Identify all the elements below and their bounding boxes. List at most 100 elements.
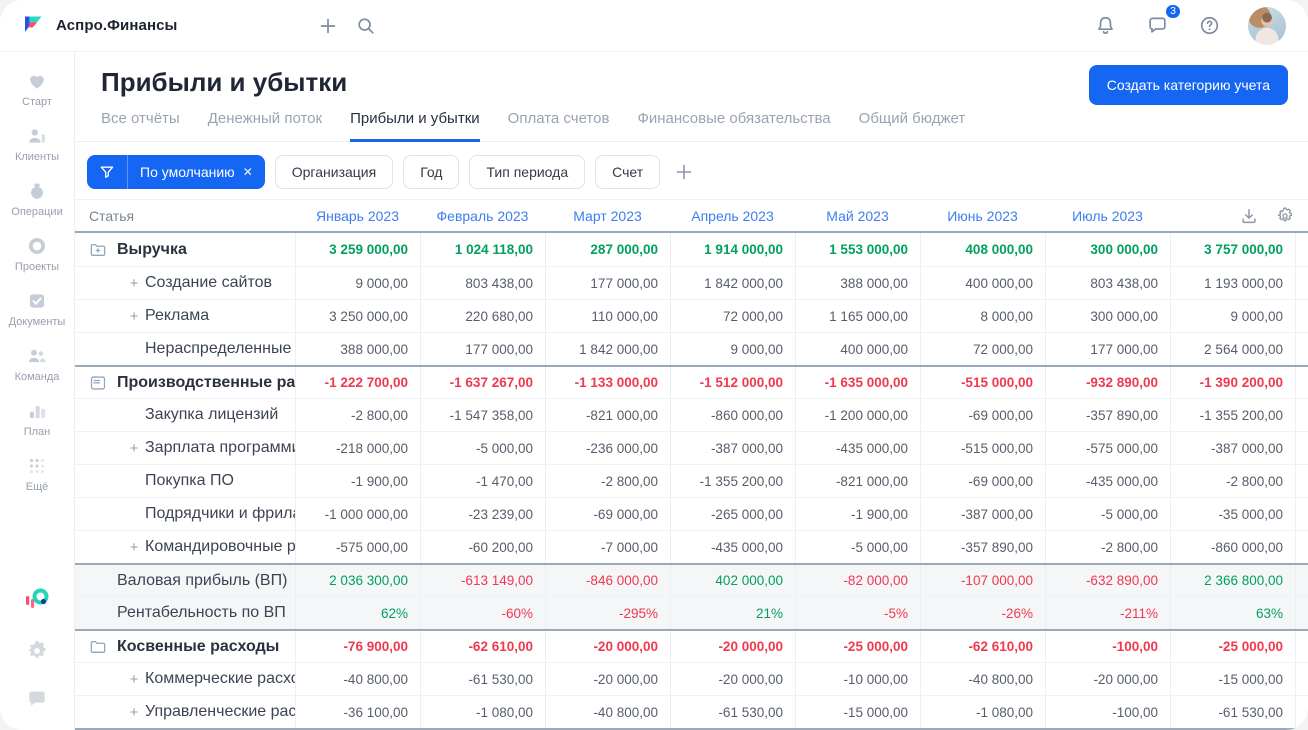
value-cell: -860 000,00: [670, 399, 795, 431]
value-cell: -20 000,00: [545, 631, 670, 662]
value-cell: -1 200 000,00: [795, 399, 920, 431]
value-cell: -107 000,00: [920, 565, 1045, 596]
sidebar-item-team[interactable]: Команда: [0, 337, 74, 392]
tab-cash-flow[interactable]: Денежный поток: [208, 110, 322, 142]
sidebar-item-more[interactable]: Ещё: [0, 447, 74, 502]
column-header-month[interactable]: Июнь 2023: [920, 200, 1045, 231]
column-header-month[interactable]: Апрель 2023: [670, 200, 795, 231]
table-row[interactable]: Косвенные расходы -76 900,00 -62 610,00 -20…: [75, 629, 1308, 662]
table-row[interactable]: +Зарплата программистов-218 000,00-5 000…: [75, 431, 1308, 464]
value-cell: -1 470,00: [420, 465, 545, 497]
value-cell: -632 890,00: [1045, 565, 1170, 596]
row-label-cell[interactable]: +Подрядчики и фрилансеры: [75, 498, 295, 530]
value-cell: -932 890,00: [1045, 367, 1170, 398]
row-label-cell[interactable]: Рентабельность по ВП: [75, 597, 295, 629]
row-label-cell[interactable]: +Коммерческие расходы: [75, 663, 295, 695]
value-cell: -515 000,00: [920, 367, 1045, 398]
value-cell: 8 000,00: [920, 300, 1045, 332]
row-spacer: [1295, 465, 1308, 497]
tab-invoice-payment[interactable]: Оплата счетов: [508, 110, 610, 142]
clients-icon: [29, 129, 45, 143]
row-label-cell[interactable]: +Командировочные расходы: [75, 531, 295, 563]
value-cell: -69 000,00: [920, 399, 1045, 431]
user-avatar[interactable]: [1248, 6, 1286, 45]
table-row[interactable]: +Коммерческие расходы-40 800,00-61 530,0…: [75, 662, 1308, 695]
create-category-button[interactable]: Создать категорию учета: [1088, 65, 1288, 105]
value-cell: 72 000,00: [670, 300, 795, 332]
tab-general-budget[interactable]: Общий бюджет: [859, 110, 966, 142]
row-spacer: [1295, 631, 1308, 662]
value-cell: -821 000,00: [545, 399, 670, 431]
expand-plus-icon[interactable]: +: [125, 440, 143, 457]
table-row[interactable]: +Командировочные расходы-575 000,00-60 2…: [75, 530, 1308, 563]
table-row[interactable]: +Подрядчики и фрилансеры-1 000 000,00-23…: [75, 497, 1308, 530]
row-label-cell[interactable]: +Нераспределенные: [75, 333, 295, 365]
table-row[interactable]: +Закупка лицензий-2 800,00-1 547 358,00-…: [75, 398, 1308, 431]
table-settings-gear-icon[interactable]: [1276, 206, 1294, 225]
table-row[interactable]: +Нераспределенные388 000,00177 000,001 8…: [75, 332, 1308, 365]
expand-plus-icon[interactable]: +: [125, 671, 143, 688]
filter-chip-year[interactable]: Год: [403, 155, 460, 189]
row-label-cell[interactable]: Производственные расходы: [75, 367, 295, 398]
filter-chip-account[interactable]: Счет: [595, 155, 661, 189]
default-filter-chip[interactable]: По умолчанию ✕: [87, 155, 265, 189]
card-icon[interactable]: [89, 374, 107, 392]
tab-all-reports[interactable]: Все отчёты: [101, 110, 180, 142]
sidebar-item-start[interactable]: Старт: [0, 62, 74, 117]
column-header-month[interactable]: Март 2023: [545, 200, 670, 231]
table-row[interactable]: +Управленческие расходы-36 100,00-1 080,…: [75, 695, 1308, 728]
column-header-month[interactable]: Май 2023: [795, 200, 920, 231]
settings-gear-icon[interactable]: [26, 640, 48, 662]
notifications-bell-icon[interactable]: [1086, 7, 1124, 45]
value-cell: -25 000,00: [1170, 631, 1295, 662]
row-label-cell[interactable]: +Покупка ПО: [75, 465, 295, 497]
table-row[interactable]: + Реклама 3 250 000,00 220 680,00 110 000,00…: [75, 299, 1308, 332]
add-filter-icon[interactable]: [674, 162, 694, 182]
funnel-icon[interactable]: [87, 155, 127, 189]
product-logo[interactable]: [22, 584, 52, 614]
expand-plus-icon[interactable]: +: [125, 704, 143, 721]
row-label-cell[interactable]: +Управленческие расходы: [75, 696, 295, 728]
value-cell: -69 000,00: [920, 465, 1045, 497]
row-label: Выручка: [117, 240, 187, 258]
sidebar-item-operations[interactable]: Операции: [0, 172, 74, 227]
export-download-icon[interactable]: [1240, 207, 1258, 225]
clear-filter-icon[interactable]: ✕: [243, 165, 253, 179]
row-label-cell[interactable]: +Зарплата программистов: [75, 432, 295, 464]
table-row[interactable]: Валовая прибыль (ВП) 2 036 300,00 -613 149…: [75, 563, 1308, 596]
expand-plus-icon[interactable]: +: [125, 308, 143, 325]
tab-profit-loss[interactable]: Прибыли и убытки: [350, 110, 480, 142]
sidebar-item-projects[interactable]: Проекты: [0, 227, 74, 282]
table-row[interactable]: + Создание сайтов 9 000,00 803 438,00 177 00…: [75, 266, 1308, 299]
row-label-cell[interactable]: Валовая прибыль (ВП): [75, 565, 295, 596]
expand-plus-icon[interactable]: +: [125, 539, 143, 556]
add-icon[interactable]: [309, 7, 347, 45]
column-header-month[interactable]: Январь 2023: [295, 200, 420, 231]
value-cell: 1 553 000,00: [795, 233, 920, 266]
filter-chip-period-type[interactable]: Тип периода: [469, 155, 586, 189]
column-header-month[interactable]: Июль 2023: [1045, 200, 1170, 231]
table-row[interactable]: +Покупка ПО-1 900,00-1 470,00-2 800,00-1…: [75, 464, 1308, 497]
tab-financial-obligations[interactable]: Финансовые обязательства: [637, 110, 830, 142]
support-chat-icon[interactable]: [26, 688, 48, 710]
sidebar-item-clients[interactable]: Клиенты: [0, 117, 74, 172]
filter-chip-organization[interactable]: Организация: [274, 155, 394, 189]
sidebar-item-plan[interactable]: План: [0, 392, 74, 447]
row-label-cell[interactable]: Выручка: [75, 233, 295, 266]
row-spacer: [1295, 498, 1308, 530]
row-label-cell[interactable]: + Реклама: [75, 300, 295, 332]
folder-icon[interactable]: [89, 638, 107, 656]
sidebar-item-documents[interactable]: Документы: [0, 282, 74, 337]
row-label-cell[interactable]: + Создание сайтов: [75, 267, 295, 299]
row-label-cell[interactable]: Косвенные расходы: [75, 631, 295, 662]
expand-plus-icon[interactable]: +: [125, 275, 143, 292]
help-icon[interactable]: [1190, 7, 1228, 45]
search-icon[interactable]: [347, 7, 385, 45]
row-label-cell[interactable]: +Закупка лицензий: [75, 399, 295, 431]
table-row[interactable]: Производственные расходы-1 222 700,00-1 …: [75, 365, 1308, 398]
table-row[interactable]: Рентабельность по ВП 62% -60% -295% 21% -5% -2…: [75, 596, 1308, 629]
messages-icon[interactable]: 3: [1138, 2, 1182, 45]
table-row[interactable]: Выручка 3 259 000,00 1 024 118,00 287 000,0…: [75, 233, 1308, 266]
column-header-month[interactable]: Февраль 2023: [420, 200, 545, 231]
folder-plus-icon[interactable]: [89, 241, 107, 259]
